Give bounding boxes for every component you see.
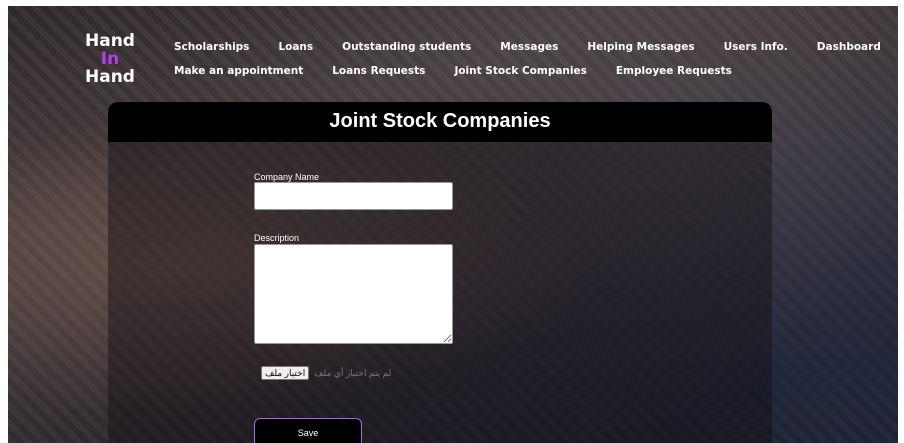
nav-item-make-appointment[interactable]: Make an appointment (174, 65, 303, 77)
nav-item-users-info[interactable]: Users Info. (724, 41, 788, 53)
file-upload: اختيار ملف لم يتم اختيار أي ملف (261, 366, 391, 380)
nav-item-dashboard[interactable]: Dashboard (817, 41, 881, 53)
nav-item-scholarships[interactable]: Scholarships (174, 41, 249, 53)
main-navigation: Scholarships Loans Outstanding students … (174, 41, 881, 77)
nav-item-loans-requests[interactable]: Loans Requests (332, 65, 425, 77)
company-name-label: Company Name (254, 172, 320, 182)
logo-line-2: In (100, 49, 120, 69)
nav-item-loans[interactable]: Loans (278, 41, 313, 53)
nav-row-2: Make an appointment Loans Requests Joint… (174, 65, 834, 77)
nav-item-joint-stock-companies[interactable]: Joint Stock Companies (454, 65, 586, 77)
nav-item-outstanding-students[interactable]: Outstanding students (342, 41, 471, 53)
site-logo[interactable]: Hand In Hand (80, 32, 140, 86)
nav-row-1: Scholarships Loans Outstanding students … (174, 41, 881, 53)
choose-file-button[interactable]: اختيار ملف (261, 366, 310, 380)
save-button[interactable]: Save (254, 418, 362, 443)
logo-line-1: Hand (85, 31, 135, 51)
description-textarea[interactable] (254, 244, 453, 344)
logo-line-3: Hand (85, 67, 135, 87)
nav-item-helping-messages[interactable]: Helping Messages (587, 41, 694, 53)
file-status-text: لم يتم اختيار أي ملف (314, 367, 392, 378)
form-title: Joint Stock Companies (108, 102, 772, 142)
nav-item-employee-requests[interactable]: Employee Requests (616, 65, 732, 77)
page-background: Hand In Hand Scholarships Loans Outstand… (0, 0, 904, 443)
form-panel: Joint Stock Companies Company Name Descr… (108, 102, 772, 443)
company-name-input[interactable] (254, 182, 453, 210)
description-label: Description (254, 233, 300, 243)
nav-item-messages[interactable]: Messages (500, 41, 558, 53)
